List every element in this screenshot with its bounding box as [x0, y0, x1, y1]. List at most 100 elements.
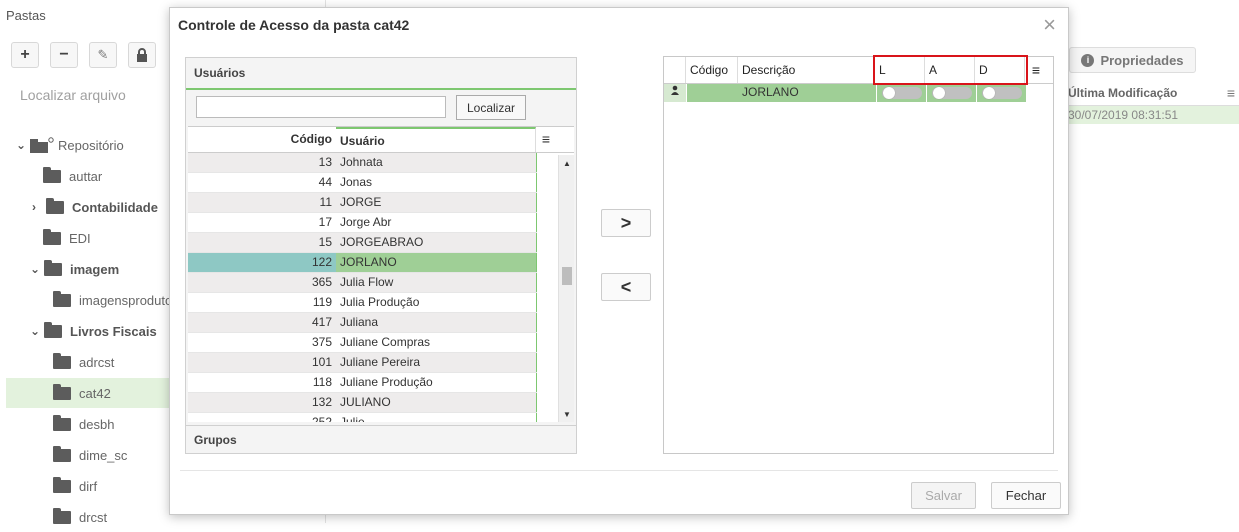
tree-item-label: auttar [69, 168, 103, 184]
user-name: Juliane Pereira [336, 353, 537, 372]
folder-icon [53, 507, 71, 524]
add-folder-button[interactable]: + [11, 42, 39, 68]
column-menu-icon[interactable]: ≡ [1227, 85, 1235, 101]
user-code: 252 [311, 415, 332, 422]
tree-item-label: dime_sc [79, 447, 128, 463]
users-section-header[interactable]: Usuários [186, 58, 576, 90]
read-toggle[interactable] [881, 87, 922, 99]
tree-item-label: cat42 [79, 385, 111, 401]
column-header-code[interactable]: Código [686, 57, 738, 83]
user-code: 11 [319, 195, 332, 209]
access-grid: Código Descrição L A D ≡ JORLANO [663, 56, 1054, 454]
delete-toggle[interactable] [981, 87, 1022, 99]
user-row[interactable]: 17 Jorge Abr [188, 213, 537, 233]
chevron-down-icon: ⌄ [30, 262, 41, 276]
user-row[interactable]: 11 JORGE [188, 193, 537, 213]
last-modified-header[interactable]: Última Modificação ≡ [1068, 80, 1239, 106]
groups-section-header[interactable]: Grupos [186, 425, 576, 453]
user-row[interactable]: 417 Juliana [188, 313, 537, 333]
column-header-code[interactable]: Código [188, 127, 336, 152]
folder-icon [53, 445, 71, 462]
users-grid-header: Código Usuário ≡ [188, 127, 574, 153]
scroll-down-icon[interactable]: ▼ [563, 410, 571, 419]
dialog-title: Controle de Acesso da pasta cat42 [178, 17, 410, 33]
user-row[interactable]: 118 Juliane Produção [188, 373, 537, 393]
add-access-button[interactable]: > [601, 209, 651, 237]
tree-item-label: dirf [79, 478, 98, 494]
user-code: 122 [188, 253, 336, 272]
delete-toggle-cell [976, 84, 1026, 102]
chevron-down-icon: ⌄ [16, 138, 27, 152]
folder-icon [43, 166, 61, 183]
user-name: Jonas [336, 173, 537, 192]
tree-item-label: Repositório [58, 137, 124, 153]
user-row[interactable]: 132 JULIANO [188, 393, 537, 413]
user-code: 375 [311, 335, 332, 349]
close-button[interactable]: Fechar [991, 482, 1061, 509]
lock-icon [137, 48, 147, 62]
user-name: Julia Flow [336, 273, 537, 292]
scroll-up-icon[interactable]: ▲ [563, 159, 571, 168]
tree-item-label: imagem [70, 261, 120, 277]
file-search-input[interactable]: Localizar arquivo [20, 87, 126, 103]
user-row[interactable]: 122 JORLANO [188, 253, 537, 273]
tree-item-label: adrcst [79, 354, 115, 370]
pencil-icon: ✎ [97, 47, 109, 62]
user-name: Julia Produção [336, 293, 537, 312]
user-code: 118 [312, 375, 332, 389]
tree-item-label: desbh [79, 416, 115, 432]
user-icon [664, 84, 686, 102]
remove-access-button[interactable]: < [601, 273, 651, 301]
properties-button[interactable]: i Propriedades [1069, 47, 1196, 73]
chevron-down-icon: ⌄ [30, 324, 41, 338]
user-code: 13 [318, 155, 332, 169]
alter-toggle[interactable] [931, 87, 972, 99]
plus-icon: + [20, 46, 30, 63]
last-modified-value: 30/07/2019 08:31:51 [1068, 106, 1239, 124]
user-row[interactable]: 44 Jonas [188, 173, 537, 193]
user-row[interactable]: 252 Julie [188, 413, 537, 422]
minus-icon: − [59, 46, 69, 63]
access-row[interactable]: JORLANO [664, 84, 1026, 102]
column-menu-icon[interactable]: ≡ [536, 127, 556, 152]
user-search-input[interactable] [196, 96, 446, 118]
user-row[interactable]: 119 Julia Produção [188, 293, 537, 313]
user-row[interactable]: 365 Julia Flow [188, 273, 537, 293]
user-row[interactable]: 15 JORGEABRAO [188, 233, 537, 253]
user-row[interactable]: 101 Juliane Pereira [188, 353, 537, 373]
lock-folder-button[interactable] [128, 42, 156, 68]
permission-columns-highlight [873, 55, 1028, 85]
users-scrollbar[interactable]: ▲ ▼ [558, 155, 574, 422]
user-name: JORLANO [336, 253, 537, 272]
users-panel: Usuários Localizar Código Usuário ≡ 13 Jo… [185, 57, 577, 454]
scroll-thumb[interactable] [562, 267, 572, 285]
read-toggle-cell [876, 84, 926, 102]
alter-toggle-cell [926, 84, 976, 102]
folder-icon [44, 321, 62, 338]
user-name: Julie [336, 413, 537, 422]
user-row[interactable]: 13 Johnata [188, 153, 537, 173]
column-header-user[interactable]: Usuário [336, 127, 536, 152]
user-code: 132 [311, 395, 332, 409]
folder-icon [44, 259, 62, 276]
folder-icon [53, 476, 71, 493]
user-name: Juliane Produção [336, 373, 537, 392]
user-code: 44 [318, 175, 332, 189]
remove-folder-button[interactable]: − [50, 42, 78, 68]
user-name: JULIANO [336, 393, 537, 412]
folder-icon [46, 197, 64, 214]
access-row-description: JORLANO [738, 84, 876, 102]
user-name: Juliane Compras [336, 333, 537, 352]
user-row[interactable]: 375 Juliane Compras [188, 333, 537, 353]
search-button[interactable]: Localizar [456, 95, 526, 120]
column-menu-icon[interactable]: ≡ [1025, 57, 1047, 83]
column-header-description[interactable]: Descrição [738, 57, 875, 83]
properties-label: Propriedades [1100, 52, 1184, 68]
repository-icon [30, 137, 54, 153]
edit-folder-button[interactable]: ✎ [89, 42, 117, 68]
user-code: 17 [318, 215, 332, 229]
users-grid: Código Usuário ≡ 13 Johnata 44 Jonas 11 JORGE… [188, 126, 574, 422]
close-icon[interactable]: × [1043, 12, 1056, 38]
footer-divider [180, 470, 1058, 471]
save-button[interactable]: Salvar [911, 482, 976, 509]
